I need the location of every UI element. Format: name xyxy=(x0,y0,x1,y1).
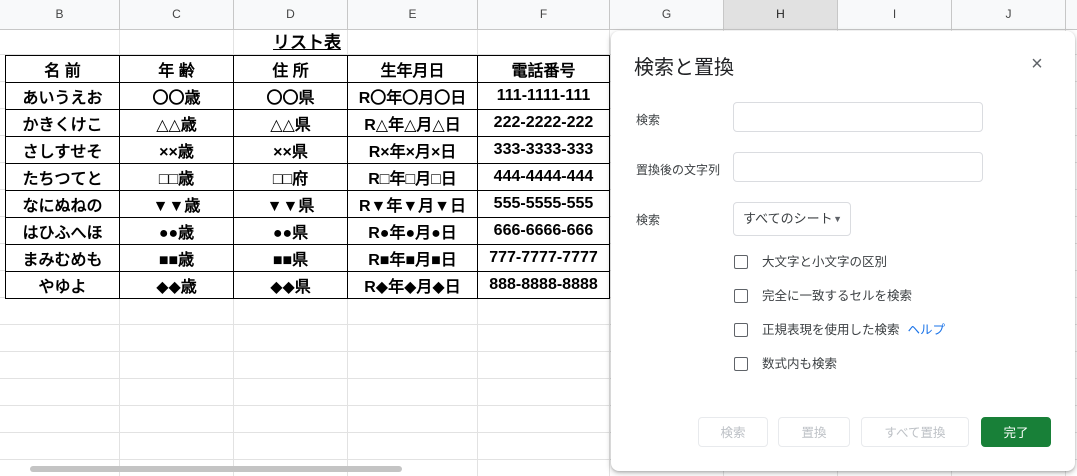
close-icon[interactable]: × xyxy=(1026,53,1048,75)
cell-name[interactable]: やゆよ xyxy=(5,271,120,299)
cell-birthdate[interactable]: R□年□月□日 xyxy=(347,163,478,191)
table-row: まみむめも ■■歳 ■■県 R■年■月■日 777-7777-7777 xyxy=(5,244,610,272)
column-header-g[interactable]: G xyxy=(610,0,724,29)
table-row: はひふへほ ●●歳 ●●県 R●年●月●日 666-6666-666 xyxy=(5,217,610,245)
cell-birthdate[interactable]: R◆年◆月◆日 xyxy=(347,271,478,299)
replace-all-button[interactable]: すべて置換 xyxy=(861,417,969,447)
cell-birthdate[interactable]: R×年×月×日 xyxy=(347,136,478,164)
formulas-checkbox[interactable] xyxy=(734,357,748,371)
cell-birthdate[interactable]: R〇年〇月〇日 xyxy=(347,82,478,110)
chevron-down-icon: ▼ xyxy=(833,214,842,224)
table-row: なにぬねの ▼▼歳 ▼▼県 R▼年▼月▼日 555-5555-555 xyxy=(5,190,610,218)
cell-name[interactable]: まみむめも xyxy=(5,244,120,272)
replace-label: 置換後の文字列 xyxy=(636,163,721,177)
header-name[interactable]: 名 前 xyxy=(5,55,120,83)
cell-name[interactable]: たちつてと xyxy=(5,163,120,191)
find-replace-dialog: 検索と置換 × 検索 置換後の文字列 検索 すべてのシート ▼ 大文字と小文字の… xyxy=(611,31,1075,471)
header-phone[interactable]: 電話番号 xyxy=(477,55,610,83)
match-entire-checkbox[interactable] xyxy=(734,289,748,303)
column-header-i[interactable]: I xyxy=(838,0,952,29)
cell-birthdate[interactable]: R△年△月△日 xyxy=(347,109,478,137)
replace-input[interactable] xyxy=(733,152,983,182)
cell-age[interactable]: 〇〇歳 xyxy=(119,82,234,110)
cell-phone[interactable]: 777-7777-7777 xyxy=(477,244,610,272)
match-case-label: 大文字と小文字の区別 xyxy=(762,255,888,269)
cell-name[interactable]: かきくけこ xyxy=(5,109,120,137)
cell-name[interactable]: はひふへほ xyxy=(5,217,120,245)
formulas-label: 数式内も検索 xyxy=(762,357,838,371)
done-button[interactable]: 完了 xyxy=(981,417,1051,447)
cell-birthdate[interactable]: R●年●月●日 xyxy=(347,217,478,245)
find-button[interactable]: 検索 xyxy=(698,417,768,447)
cell-phone[interactable]: 111-1111-111 xyxy=(477,82,610,110)
column-header-h[interactable]: H xyxy=(724,0,838,29)
cell-age[interactable]: △△歳 xyxy=(119,109,234,137)
replace-button[interactable]: 置換 xyxy=(778,417,850,447)
cell-address[interactable]: ▼▼県 xyxy=(233,190,348,218)
column-header-e[interactable]: E xyxy=(348,0,478,29)
cell-age[interactable]: ●●歳 xyxy=(119,217,234,245)
cell-birthdate[interactable]: R▼年▼月▼日 xyxy=(347,190,478,218)
cell-age[interactable]: ▼▼歳 xyxy=(119,190,234,218)
column-header-j[interactable]: J xyxy=(952,0,1066,29)
cell-address[interactable]: ××県 xyxy=(233,136,348,164)
column-header-f[interactable]: F xyxy=(478,0,610,29)
column-header-bar: B C D E F G H I J xyxy=(0,0,1077,30)
scope-dropdown[interactable]: すべてのシート ▼ xyxy=(733,202,851,236)
data-table: 名 前 年 齢 住 所 生年月日 電話番号 あいうえお 〇〇歳 〇〇県 R〇年〇… xyxy=(5,55,610,299)
table-row: たちつてと □□歳 □□府 R□年□月□日 444-4444-444 xyxy=(5,163,610,191)
match-entire-label: 完全に一致するセルを検索 xyxy=(762,289,913,303)
cell-phone[interactable]: 222-2222-222 xyxy=(477,109,610,137)
header-birthdate[interactable]: 生年月日 xyxy=(347,55,478,83)
regex-checkbox[interactable] xyxy=(734,323,748,337)
header-address[interactable]: 住 所 xyxy=(233,55,348,83)
cell-address[interactable]: ●●県 xyxy=(233,217,348,245)
column-header-d[interactable]: D xyxy=(234,0,348,29)
cell-name[interactable]: さしすせそ xyxy=(5,136,120,164)
cell-name[interactable]: あいうえお xyxy=(5,82,120,110)
cell-birthdate[interactable]: R■年■月■日 xyxy=(347,244,478,272)
cell-phone[interactable]: 666-6666-666 xyxy=(477,217,610,245)
horizontal-scrollbar[interactable] xyxy=(30,466,402,472)
cell-phone[interactable]: 333-3333-333 xyxy=(477,136,610,164)
cell-age[interactable]: ■■歳 xyxy=(119,244,234,272)
cell-address[interactable]: 〇〇県 xyxy=(233,82,348,110)
match-case-checkbox[interactable] xyxy=(734,255,748,269)
sheet-title: リスト表 xyxy=(273,33,341,52)
table-row: あいうえお 〇〇歳 〇〇県 R〇年〇月〇日 111-1111-111 xyxy=(5,82,610,110)
cell-phone[interactable]: 555-5555-555 xyxy=(477,190,610,218)
find-input[interactable] xyxy=(733,102,983,132)
table-row: さしすせそ ××歳 ××県 R×年×月×日 333-3333-333 xyxy=(5,136,610,164)
cell-age[interactable]: ◆◆歳 xyxy=(119,271,234,299)
cell-phone[interactable]: 888-8888-8888 xyxy=(477,271,610,299)
table-row: かきくけこ △△歳 △△県 R△年△月△日 222-2222-222 xyxy=(5,109,610,137)
header-age[interactable]: 年 齢 xyxy=(119,55,234,83)
scope-dropdown-value: すべてのシート xyxy=(743,211,833,226)
regex-label: 正規表現を使用した検索 xyxy=(762,323,900,337)
cell-age[interactable]: □□歳 xyxy=(119,163,234,191)
cell-phone[interactable]: 444-4444-444 xyxy=(477,163,610,191)
cell-address[interactable]: △△県 xyxy=(233,109,348,137)
find-label: 検索 xyxy=(636,113,661,127)
help-link[interactable]: ヘルプ xyxy=(908,323,946,337)
column-header-b[interactable]: B xyxy=(0,0,120,29)
cell-address[interactable]: ◆◆県 xyxy=(233,271,348,299)
dialog-title: 検索と置換 xyxy=(634,57,734,79)
cell-name[interactable]: なにぬねの xyxy=(5,190,120,218)
cell-address[interactable]: ■■県 xyxy=(233,244,348,272)
column-header-c[interactable]: C xyxy=(120,0,234,29)
cell-address[interactable]: □□府 xyxy=(233,163,348,191)
table-header-row: 名 前 年 齢 住 所 生年月日 電話番号 xyxy=(5,55,610,83)
cell-age[interactable]: ××歳 xyxy=(119,136,234,164)
scope-label: 検索 xyxy=(636,213,661,227)
table-row: やゆよ ◆◆歳 ◆◆県 R◆年◆月◆日 888-8888-8888 xyxy=(5,271,610,299)
